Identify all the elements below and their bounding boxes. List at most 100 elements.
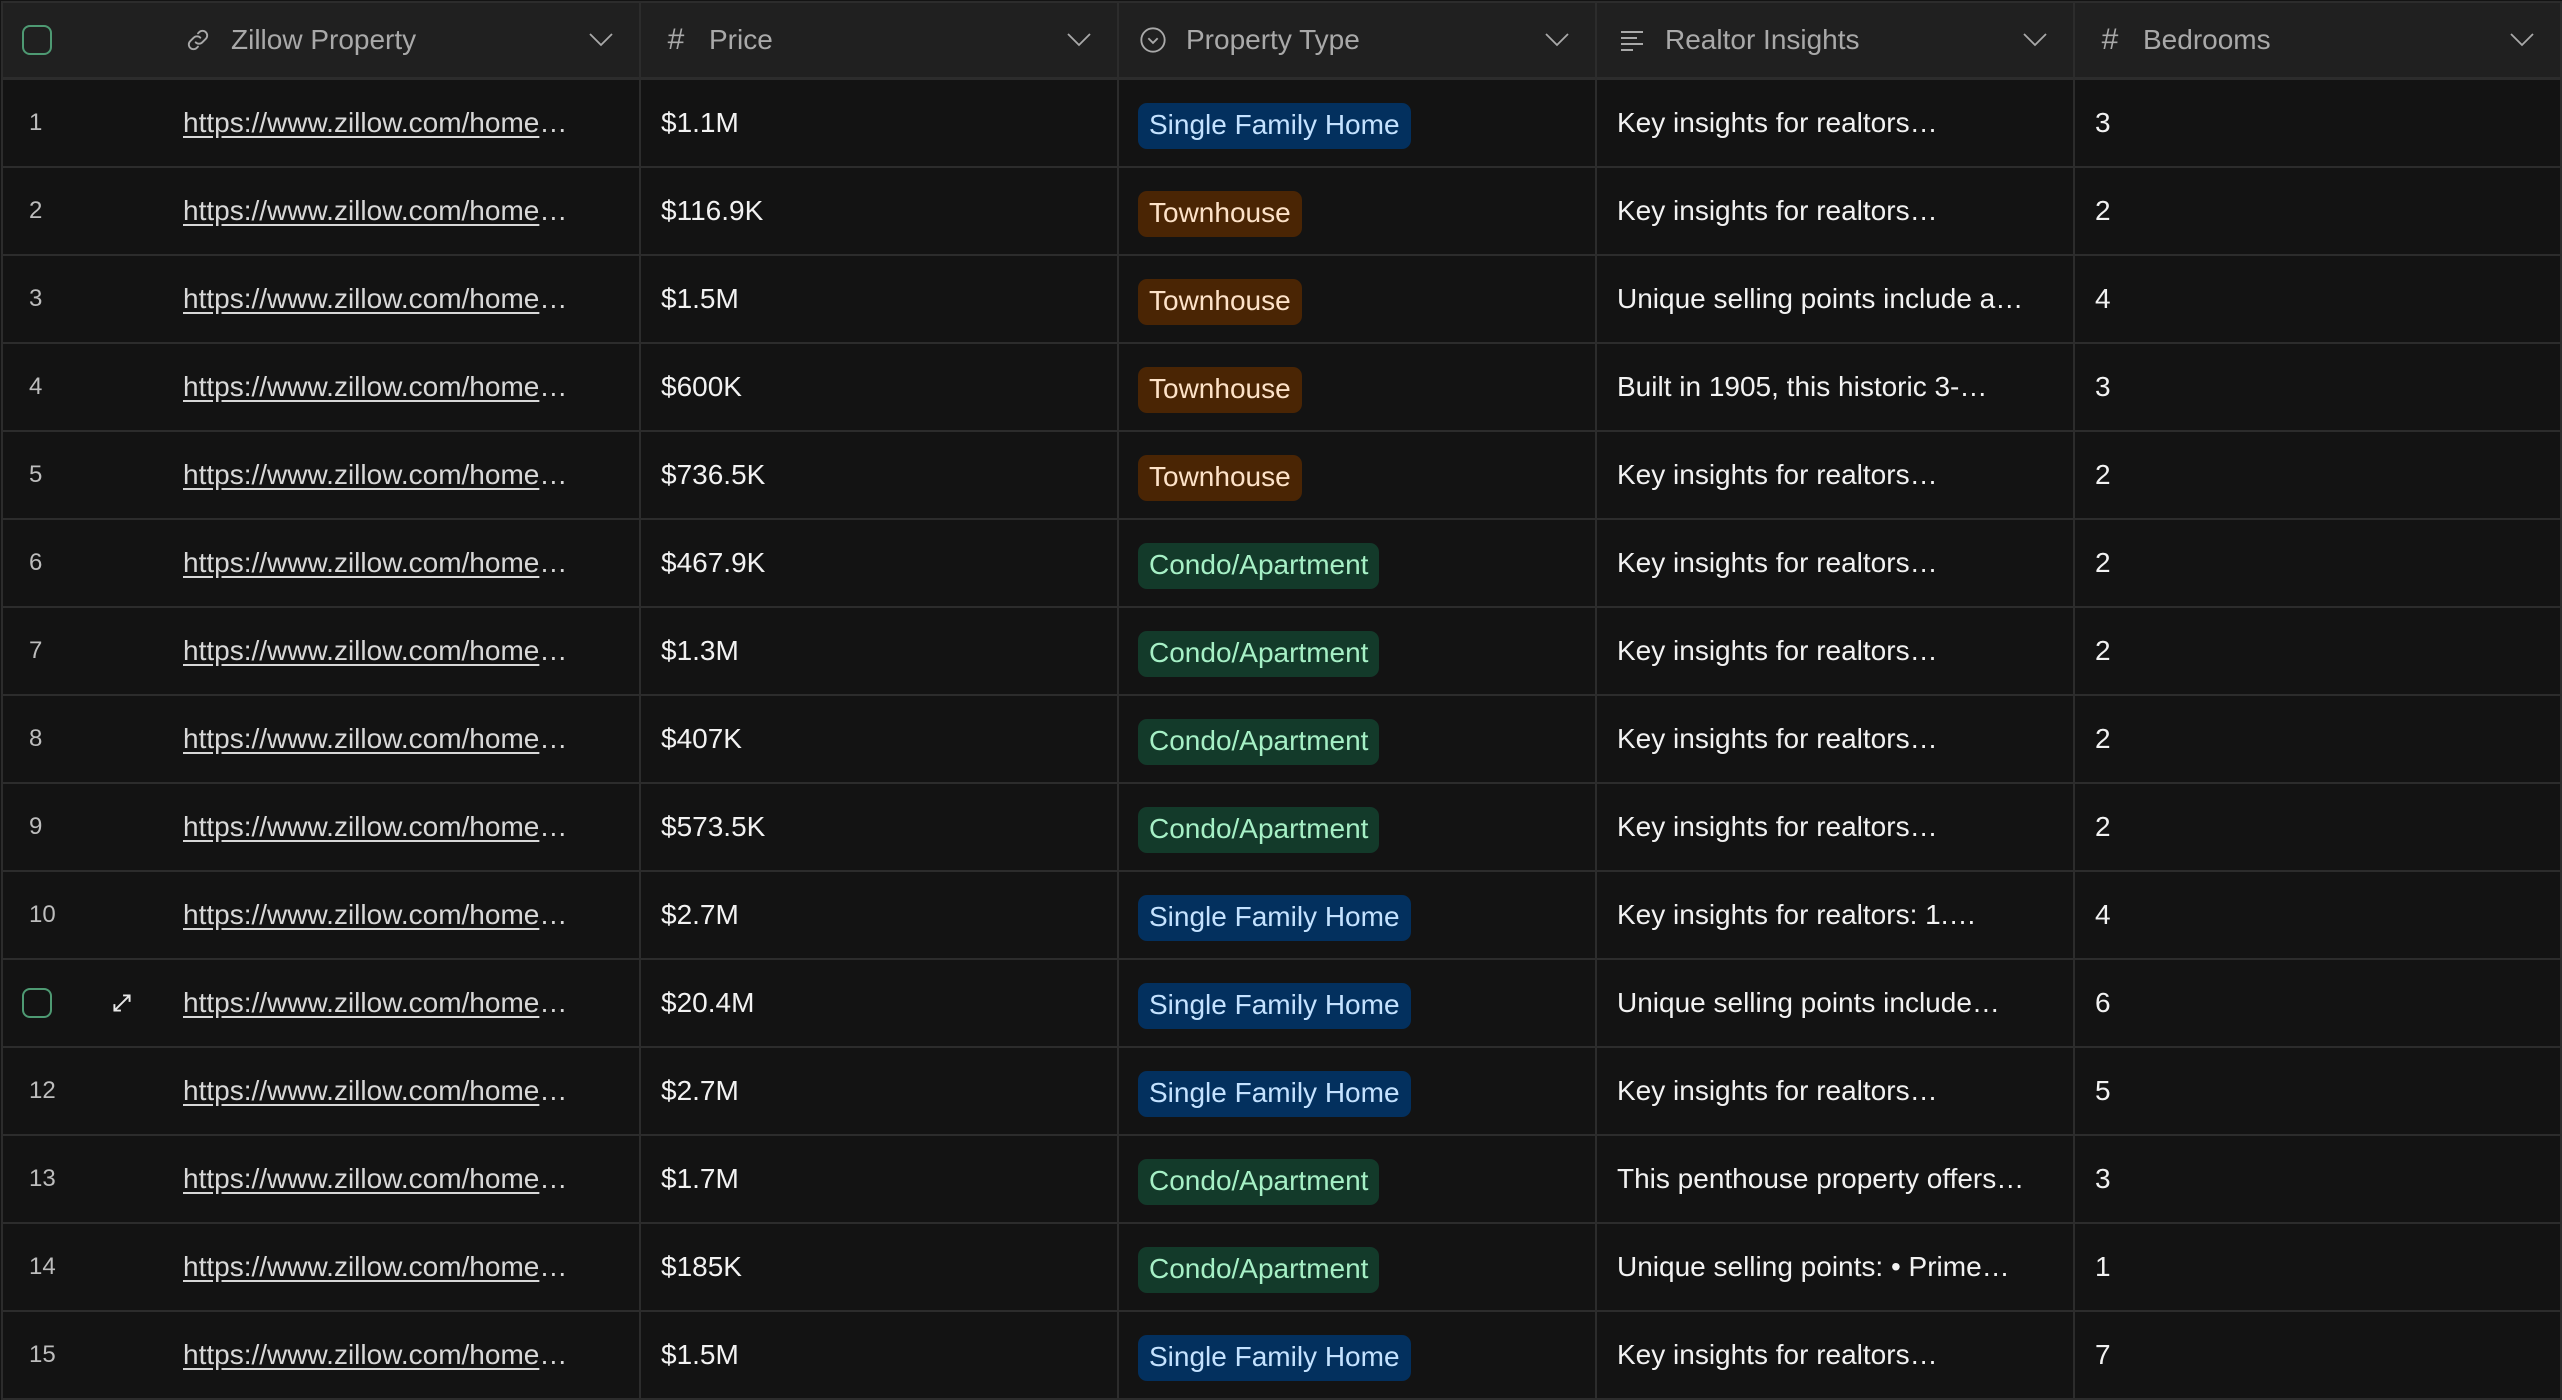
property-link[interactable]: https://www.zillow.com/home xyxy=(183,635,539,667)
chevron-down-icon[interactable] xyxy=(2023,33,2047,47)
column-header-bedrooms[interactable]: # Bedrooms xyxy=(2073,3,2560,77)
realtor-insights-cell[interactable]: Key insights for realtors… xyxy=(1595,696,2073,782)
chevron-down-icon[interactable] xyxy=(1545,33,1569,47)
table-row[interactable]: 15 https://www.zillow.com/home… $1.5M Si… xyxy=(3,1312,2560,1400)
zillow-property-cell[interactable]: https://www.zillow.com/home… xyxy=(163,168,639,254)
table-row[interactable]: 5 https://www.zillow.com/home… $736.5K T… xyxy=(3,432,2560,520)
table-row[interactable]: 7 https://www.zillow.com/home… $1.3M Con… xyxy=(3,608,2560,696)
zillow-property-cell[interactable]: https://www.zillow.com/home… xyxy=(163,608,639,694)
bedrooms-cell[interactable]: 1 xyxy=(2073,1224,2560,1310)
price-cell[interactable]: $2.7M xyxy=(639,1048,1117,1134)
property-type-cell[interactable]: Condo/Apartment xyxy=(1117,1136,1595,1222)
bedrooms-cell[interactable]: 2 xyxy=(2073,432,2560,518)
price-cell[interactable]: $116.9K xyxy=(639,168,1117,254)
realtor-insights-cell[interactable]: Key insights for realtors… xyxy=(1595,80,2073,166)
table-row[interactable]: 9 https://www.zillow.com/home… $573.5K C… xyxy=(3,784,2560,872)
zillow-property-cell[interactable]: https://www.zillow.com/home… xyxy=(163,1312,639,1398)
property-link[interactable]: https://www.zillow.com/home xyxy=(183,371,539,403)
property-link[interactable]: https://www.zillow.com/home xyxy=(183,1339,539,1371)
property-link[interactable]: https://www.zillow.com/home xyxy=(183,1251,539,1283)
bedrooms-cell[interactable]: 6 xyxy=(2073,960,2560,1046)
property-type-cell[interactable]: Single Family Home xyxy=(1117,80,1595,166)
realtor-insights-cell[interactable]: Key insights for realtors… xyxy=(1595,1048,2073,1134)
bedrooms-cell[interactable]: 3 xyxy=(2073,1136,2560,1222)
zillow-property-cell[interactable]: https://www.zillow.com/home… xyxy=(163,520,639,606)
bedrooms-cell[interactable]: 4 xyxy=(2073,256,2560,342)
zillow-property-cell[interactable]: https://www.zillow.com/home… xyxy=(163,1136,639,1222)
bedrooms-cell[interactable]: 2 xyxy=(2073,696,2560,782)
table-row[interactable]: 10 https://www.zillow.com/home… $2.7M Si… xyxy=(3,872,2560,960)
column-header-zillow-property[interactable]: Zillow Property xyxy=(163,3,639,77)
zillow-property-cell[interactable]: https://www.zillow.com/home… xyxy=(163,432,639,518)
property-link[interactable]: https://www.zillow.com/home xyxy=(183,811,539,843)
column-header-property-type[interactable]: Property Type xyxy=(1117,3,1595,77)
column-header-price[interactable]: # Price xyxy=(639,3,1117,77)
price-cell[interactable]: $1.5M xyxy=(639,256,1117,342)
property-link[interactable]: https://www.zillow.com/home xyxy=(183,899,539,931)
bedrooms-cell[interactable]: 2 xyxy=(2073,520,2560,606)
bedrooms-cell[interactable]: 3 xyxy=(2073,344,2560,430)
realtor-insights-cell[interactable]: Key insights for realtors… xyxy=(1595,520,2073,606)
property-link[interactable]: https://www.zillow.com/home xyxy=(183,283,539,315)
chevron-down-icon[interactable] xyxy=(1067,33,1091,47)
table-row[interactable]: 4 https://www.zillow.com/home… $600K Tow… xyxy=(3,344,2560,432)
realtor-insights-cell[interactable]: Built in 1905, this historic 3-… xyxy=(1595,344,2073,430)
table-row[interactable]: 6 https://www.zillow.com/home… $467.9K C… xyxy=(3,520,2560,608)
property-link[interactable]: https://www.zillow.com/home xyxy=(183,107,539,139)
price-cell[interactable]: $1.5M xyxy=(639,1312,1117,1398)
zillow-property-cell[interactable]: https://www.zillow.com/home… xyxy=(163,1048,639,1134)
bedrooms-cell[interactable]: 3 xyxy=(2073,80,2560,166)
price-cell[interactable]: $1.3M xyxy=(639,608,1117,694)
realtor-insights-cell[interactable]: Unique selling points include… xyxy=(1595,960,2073,1046)
zillow-property-cell[interactable]: https://www.zillow.com/home… xyxy=(163,80,639,166)
table-row[interactable]: 8 https://www.zillow.com/home… $407K Con… xyxy=(3,696,2560,784)
table-row[interactable]: 3 https://www.zillow.com/home… $1.5M Tow… xyxy=(3,256,2560,344)
price-cell[interactable]: $2.7M xyxy=(639,872,1117,958)
realtor-insights-cell[interactable]: Unique selling points: • Prime… xyxy=(1595,1224,2073,1310)
price-cell[interactable]: $1.1M xyxy=(639,80,1117,166)
price-cell[interactable]: $1.7M xyxy=(639,1136,1117,1222)
zillow-property-cell[interactable]: https://www.zillow.com/home… xyxy=(163,784,639,870)
property-type-cell[interactable]: Single Family Home xyxy=(1117,1312,1595,1398)
property-type-cell[interactable]: Single Family Home xyxy=(1117,872,1595,958)
table-row[interactable]: 1 https://www.zillow.com/home… $1.1M Sin… xyxy=(3,80,2560,168)
price-cell[interactable]: $573.5K xyxy=(639,784,1117,870)
property-type-cell[interactable]: Townhouse xyxy=(1117,432,1595,518)
realtor-insights-cell[interactable]: Unique selling points include a… xyxy=(1595,256,2073,342)
column-header-realtor-insights[interactable]: Realtor Insights xyxy=(1595,3,2073,77)
bedrooms-cell[interactable]: 2 xyxy=(2073,168,2560,254)
expand-row-icon[interactable] xyxy=(109,990,135,1016)
property-link[interactable]: https://www.zillow.com/home xyxy=(183,459,539,491)
table-row[interactable]: 2 https://www.zillow.com/home… $116.9K T… xyxy=(3,168,2560,256)
realtor-insights-cell[interactable]: Key insights for realtors… xyxy=(1595,432,2073,518)
chevron-down-icon[interactable] xyxy=(2510,33,2534,47)
property-link[interactable]: https://www.zillow.com/home xyxy=(183,987,539,1019)
zillow-property-cell[interactable]: https://www.zillow.com/home… xyxy=(163,344,639,430)
realtor-insights-cell[interactable]: Key insights for realtors… xyxy=(1595,168,2073,254)
realtor-insights-cell[interactable]: Key insights for realtors: 1.… xyxy=(1595,872,2073,958)
property-type-cell[interactable]: Townhouse xyxy=(1117,256,1595,342)
bedrooms-cell[interactable]: 2 xyxy=(2073,784,2560,870)
price-cell[interactable]: $185K xyxy=(639,1224,1117,1310)
table-row[interactable]: 13 https://www.zillow.com/home… $1.7M Co… xyxy=(3,1136,2560,1224)
table-row[interactable]: 11 https://www.zillow.com/home… $20.4M S… xyxy=(3,960,2560,1048)
property-link[interactable]: https://www.zillow.com/home xyxy=(183,1163,539,1195)
property-type-cell[interactable]: Condo/Apartment xyxy=(1117,784,1595,870)
price-cell[interactable]: $407K xyxy=(639,696,1117,782)
realtor-insights-cell[interactable]: This penthouse property offers… xyxy=(1595,1136,2073,1222)
table-row[interactable]: 12 https://www.zillow.com/home… $2.7M Si… xyxy=(3,1048,2560,1136)
property-type-cell[interactable]: Single Family Home xyxy=(1117,1048,1595,1134)
property-link[interactable]: https://www.zillow.com/home xyxy=(183,195,539,227)
property-type-cell[interactable]: Condo/Apartment xyxy=(1117,520,1595,606)
price-cell[interactable]: $467.9K xyxy=(639,520,1117,606)
bedrooms-cell[interactable]: 4 xyxy=(2073,872,2560,958)
select-all-checkbox[interactable] xyxy=(22,25,52,55)
realtor-insights-cell[interactable]: Key insights for realtors… xyxy=(1595,1312,2073,1398)
property-link[interactable]: https://www.zillow.com/home xyxy=(183,1075,539,1107)
zillow-property-cell[interactable]: https://www.zillow.com/home… xyxy=(163,696,639,782)
property-type-cell[interactable]: Townhouse xyxy=(1117,168,1595,254)
realtor-insights-cell[interactable]: Key insights for realtors… xyxy=(1595,608,2073,694)
property-type-cell[interactable]: Condo/Apartment xyxy=(1117,696,1595,782)
property-type-cell[interactable]: Condo/Apartment xyxy=(1117,1224,1595,1310)
property-link[interactable]: https://www.zillow.com/home xyxy=(183,723,539,755)
